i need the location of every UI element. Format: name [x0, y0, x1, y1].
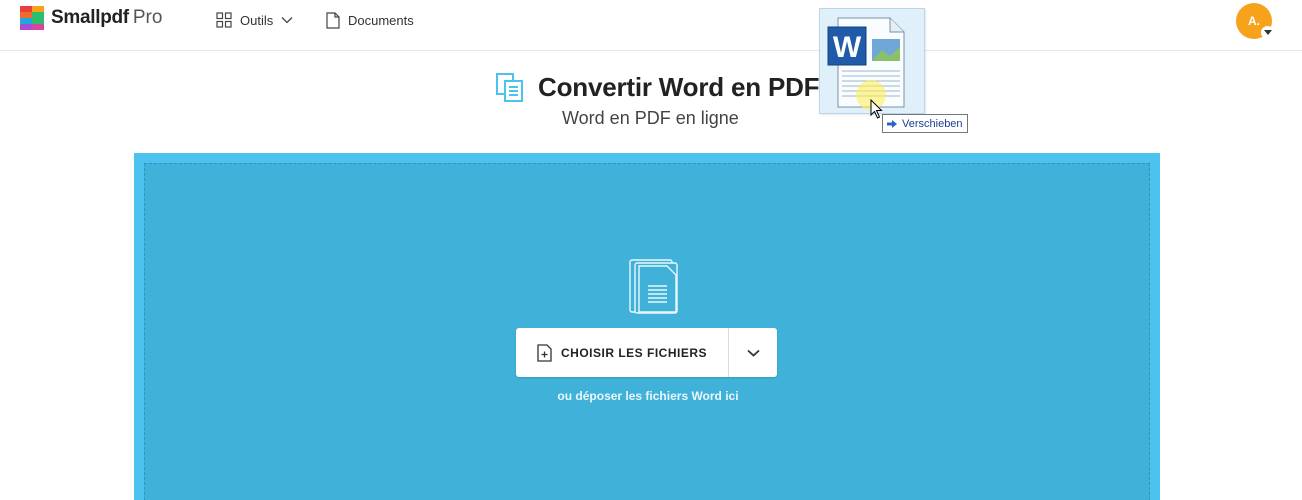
- top-header: Smallpdf Pro Outils Documents A.: [0, 0, 1302, 51]
- nav-documents[interactable]: Documents: [326, 12, 414, 29]
- avatar-initials: A.: [1248, 14, 1260, 28]
- grid-icon: [216, 12, 232, 28]
- choose-files-button[interactable]: CHOISIR LES FICHIERS: [516, 328, 728, 377]
- nav-documents-label: Documents: [348, 13, 414, 28]
- choose-files-group: CHOISIR LES FICHIERS: [516, 328, 777, 377]
- logo-tier: Pro: [132, 7, 163, 28]
- logo-name: Smallpdf: [51, 7, 129, 28]
- chevron-down-icon: [746, 349, 760, 357]
- choose-source-dropdown[interactable]: [729, 328, 777, 377]
- arrow-right-icon: [887, 119, 897, 128]
- svg-text:W: W: [833, 31, 862, 64]
- page-title: Convertir Word en PDF: [538, 72, 820, 102]
- add-file-icon: [537, 343, 552, 362]
- file-dropzone[interactable]: CHOISIR LES FICHIERS ou déposer les fich…: [134, 153, 1160, 500]
- move-tooltip: Verschieben: [882, 114, 968, 133]
- nav-outils-label: Outils: [240, 12, 274, 28]
- avatar-caret-icon: [1261, 26, 1274, 39]
- chevron-down-icon: [281, 17, 293, 24]
- user-avatar[interactable]: A.: [1236, 3, 1274, 39]
- document-icon: [326, 12, 340, 29]
- title-row: Convertir Word en PDF: [496, 72, 820, 103]
- choose-files-label: CHOISIR LES FICHIERS: [560, 345, 707, 360]
- drop-hint: ou déposer les fichiers Word ici: [557, 389, 739, 403]
- move-tooltip-label: Verschieben: [902, 117, 963, 130]
- smallpdf-logo-icon: [20, 6, 44, 30]
- dropzone-inner: CHOISIR LES FICHIERS ou déposer les fich…: [144, 163, 1150, 500]
- page: Smallpdf Pro Outils Documents A. Convert…: [0, 0, 1302, 500]
- word-to-pdf-icon: [496, 72, 523, 102]
- files-icon: [629, 259, 678, 314]
- logo-link[interactable]: Smallpdf Pro: [20, 6, 162, 30]
- page-subtitle: Word en PDF en ligne: [562, 108, 739, 128]
- nav-outils[interactable]: Outils: [216, 12, 293, 28]
